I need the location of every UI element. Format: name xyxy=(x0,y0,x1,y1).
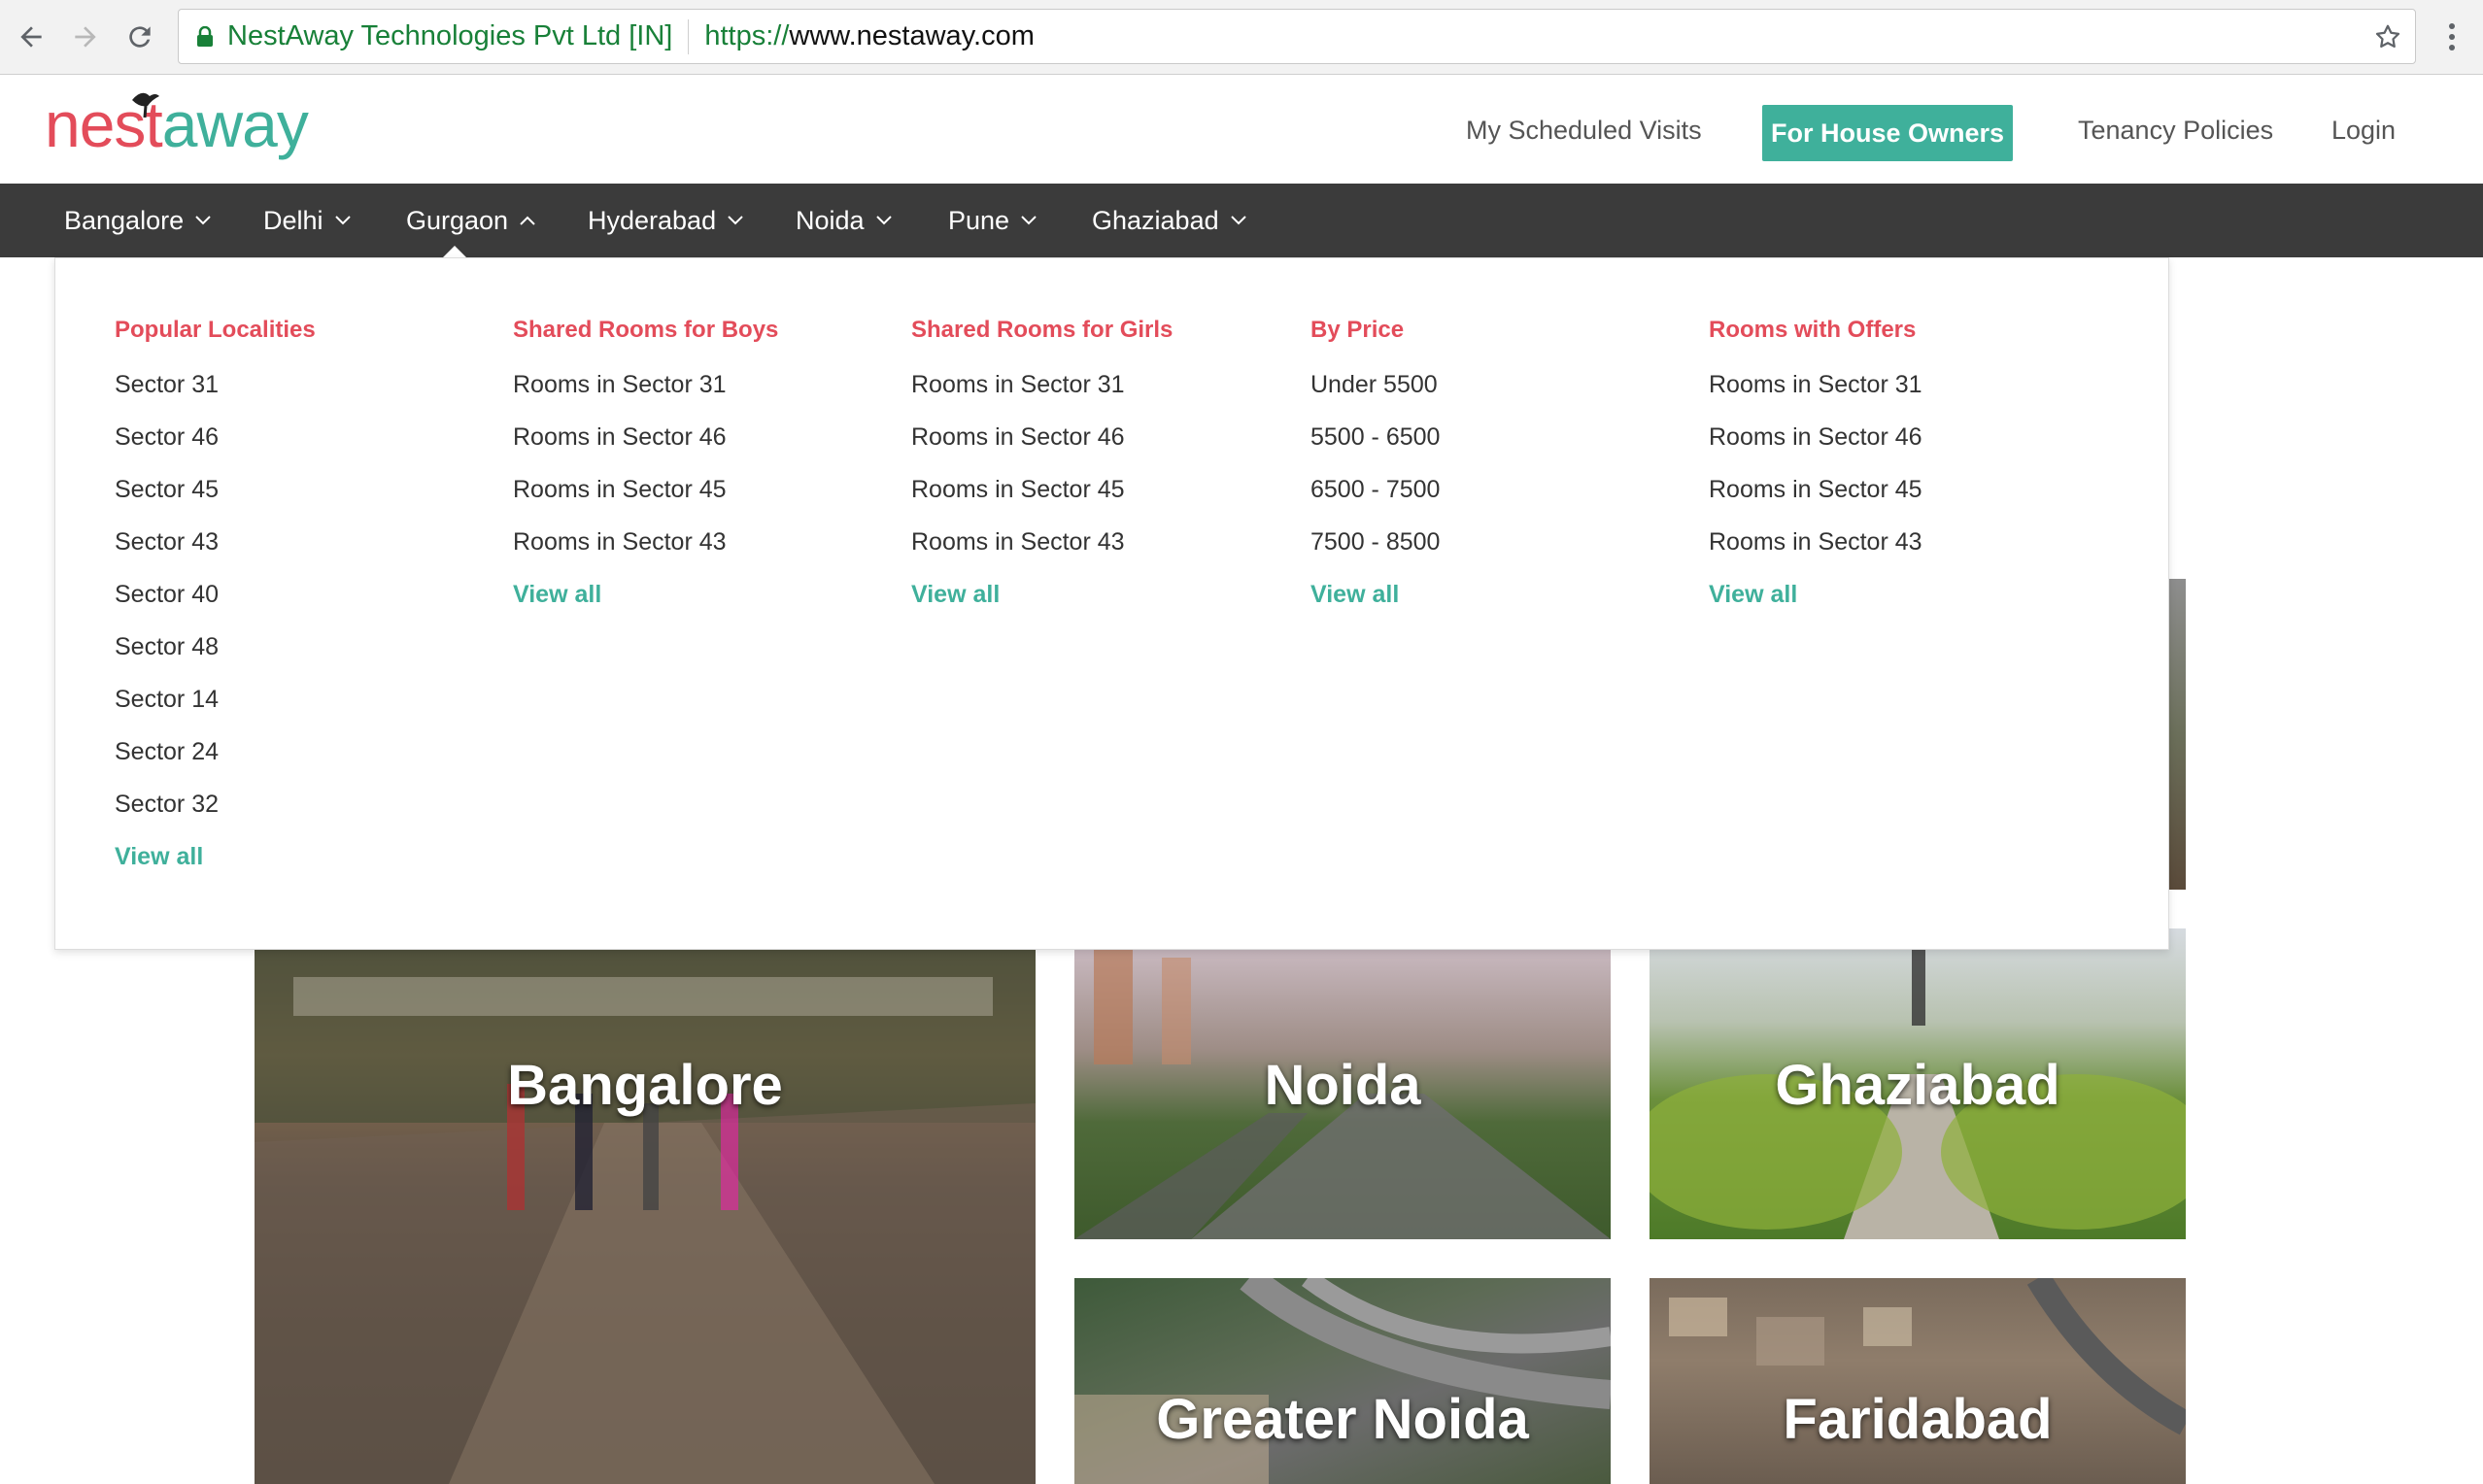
city-nav-ghaziabad[interactable]: Ghaziabad xyxy=(1092,184,1246,257)
nestaway-logo[interactable]: nestaway xyxy=(45,92,309,156)
chevron-down-icon xyxy=(334,216,351,225)
lock-icon xyxy=(196,25,214,48)
dropdown-link[interactable]: Rooms in Sector 43 xyxy=(513,527,778,580)
dropdown-link[interactable]: 7500 - 8500 xyxy=(1310,527,1440,580)
dropdown-link[interactable]: Under 5500 xyxy=(1310,370,1440,422)
tile-label: Noida xyxy=(1264,1054,1421,1117)
dropdown-link[interactable]: Rooms in Sector 31 xyxy=(911,370,1173,422)
login-link[interactable]: Login xyxy=(2331,116,2396,146)
for-house-owners-button[interactable]: For House Owners xyxy=(1762,105,2013,161)
city-tile-bangalore[interactable]: Bangalore xyxy=(255,948,1036,1484)
column-heading: Popular Localities xyxy=(115,317,316,343)
chevron-up-icon xyxy=(520,216,535,225)
column-heading: Rooms with Offers xyxy=(1709,317,1917,343)
dropdown-link[interactable]: Rooms in Sector 46 xyxy=(911,422,1173,475)
url-scheme: https:// xyxy=(704,20,790,51)
url-host: www.nestaway.com xyxy=(789,20,1035,51)
dropdown-link[interactable]: Rooms in Sector 45 xyxy=(513,475,778,527)
city-nav-noida[interactable]: Noida xyxy=(796,184,892,257)
view-all-link[interactable]: View all xyxy=(1709,580,1922,609)
city-nav-hyderabad[interactable]: Hyderabad xyxy=(588,184,743,257)
reload-icon[interactable] xyxy=(117,14,163,60)
bird-icon xyxy=(132,92,159,118)
dropdown-link[interactable]: Rooms in Sector 45 xyxy=(1709,475,1922,527)
dropdown-link[interactable]: Sector 46 xyxy=(115,422,316,475)
view-all-link[interactable]: View all xyxy=(911,580,1173,609)
dropdown-link[interactable]: Rooms in Sector 45 xyxy=(911,475,1173,527)
browser-toolbar: NestAway Technologies Pvt Ltd [IN] https… xyxy=(0,0,2483,75)
dropdown-link[interactable]: Sector 32 xyxy=(115,790,316,842)
dropdown-link[interactable]: 6500 - 7500 xyxy=(1310,475,1440,527)
dropdown-link[interactable]: Rooms in Sector 43 xyxy=(1709,527,1922,580)
forward-icon[interactable] xyxy=(62,14,109,60)
city-nav-delhi[interactable]: Delhi xyxy=(263,184,351,257)
address-separator xyxy=(688,18,690,54)
gurgaon-dropdown-menu: Popular Localities Sector 31 Sector 46 S… xyxy=(54,257,2169,950)
dropdown-column-shared-rooms-girls: Shared Rooms for Girls Rooms in Sector 3… xyxy=(911,317,1173,609)
dropdown-column-shared-rooms-boys: Shared Rooms for Boys Rooms in Sector 31… xyxy=(513,317,778,609)
dropdown-link[interactable]: Sector 31 xyxy=(115,370,316,422)
dropdown-link[interactable]: Rooms in Sector 31 xyxy=(513,370,778,422)
dropdown-link[interactable]: Sector 45 xyxy=(115,475,316,527)
dropdown-link[interactable]: Sector 48 xyxy=(115,632,316,685)
secure-site-name: NestAway Technologies Pvt Ltd [IN] xyxy=(227,20,673,51)
site-header: nestaway My Scheduled Visits For House O… xyxy=(0,75,2483,184)
view-all-link[interactable]: View all xyxy=(513,580,778,609)
chevron-down-icon xyxy=(195,216,211,225)
greater-noida-photo xyxy=(1074,1278,1611,1484)
dropdown-caret xyxy=(443,246,466,257)
tile-label: Ghaziabad xyxy=(1775,1054,2060,1117)
tile-label: Bangalore xyxy=(507,1054,783,1117)
dropdown-column-by-price: By Price Under 5500 5500 - 6500 6500 - 7… xyxy=(1310,317,1440,609)
chevron-down-icon xyxy=(1021,216,1037,225)
tenancy-policies-link[interactable]: Tenancy Policies xyxy=(2078,116,2273,146)
chevron-down-icon xyxy=(728,216,743,225)
dropdown-column-rooms-with-offers: Rooms with Offers Rooms in Sector 31 Roo… xyxy=(1709,317,1922,609)
city-nav-bangalore[interactable]: Bangalore xyxy=(64,184,211,257)
dropdown-link[interactable]: Rooms in Sector 31 xyxy=(1709,370,1922,422)
view-all-link[interactable]: View all xyxy=(115,842,316,871)
dropdown-link[interactable]: Rooms in Sector 46 xyxy=(513,422,778,475)
city-nav-bar: Bangalore Delhi Gurgaon Hyderabad Noida … xyxy=(0,184,2483,257)
dropdown-link[interactable]: Sector 43 xyxy=(115,527,316,580)
dropdown-link[interactable]: Sector 40 xyxy=(115,580,316,632)
city-tile-noida[interactable]: Noida xyxy=(1074,948,1611,1239)
dropdown-link[interactable]: Rooms in Sector 43 xyxy=(911,527,1173,580)
city-nav-pune[interactable]: Pune xyxy=(948,184,1037,257)
dropdown-link[interactable]: Rooms in Sector 46 xyxy=(1709,422,1922,475)
tile-label: Faridabad xyxy=(1783,1388,2053,1451)
chevron-down-icon xyxy=(1230,216,1246,225)
back-icon[interactable] xyxy=(8,14,54,60)
column-heading: Shared Rooms for Girls xyxy=(911,317,1173,343)
column-heading: By Price xyxy=(1310,317,1405,343)
my-scheduled-visits-link[interactable]: My Scheduled Visits xyxy=(1466,116,1702,146)
bangalore-photo xyxy=(255,948,1036,1484)
browser-menu-icon[interactable] xyxy=(2432,17,2471,56)
hidden-tile-edge xyxy=(2167,579,2186,890)
column-heading: Shared Rooms for Boys xyxy=(513,317,779,343)
bookmark-star-icon[interactable] xyxy=(2368,17,2407,56)
dropdown-link[interactable]: 5500 - 6500 xyxy=(1310,422,1440,475)
tile-label: Greater Noida xyxy=(1156,1388,1529,1451)
address-bar[interactable]: NestAway Technologies Pvt Ltd [IN] https… xyxy=(178,9,2416,64)
dropdown-link[interactable]: Sector 14 xyxy=(115,685,316,737)
dropdown-link[interactable]: Sector 24 xyxy=(115,737,316,790)
dropdown-column-popular-localities: Popular Localities Sector 31 Sector 46 S… xyxy=(115,317,316,871)
faridabad-photo xyxy=(1669,1278,2186,1435)
view-all-link[interactable]: View all xyxy=(1310,580,1440,609)
city-tile-greater-noida[interactable]: Greater Noida xyxy=(1074,1278,1611,1484)
city-tile-faridabad[interactable]: Faridabad xyxy=(1650,1278,2186,1484)
city-nav-gurgaon[interactable]: Gurgaon xyxy=(406,184,535,257)
city-tile-ghaziabad[interactable]: Ghaziabad xyxy=(1650,928,2186,1239)
chevron-down-icon xyxy=(875,216,892,225)
